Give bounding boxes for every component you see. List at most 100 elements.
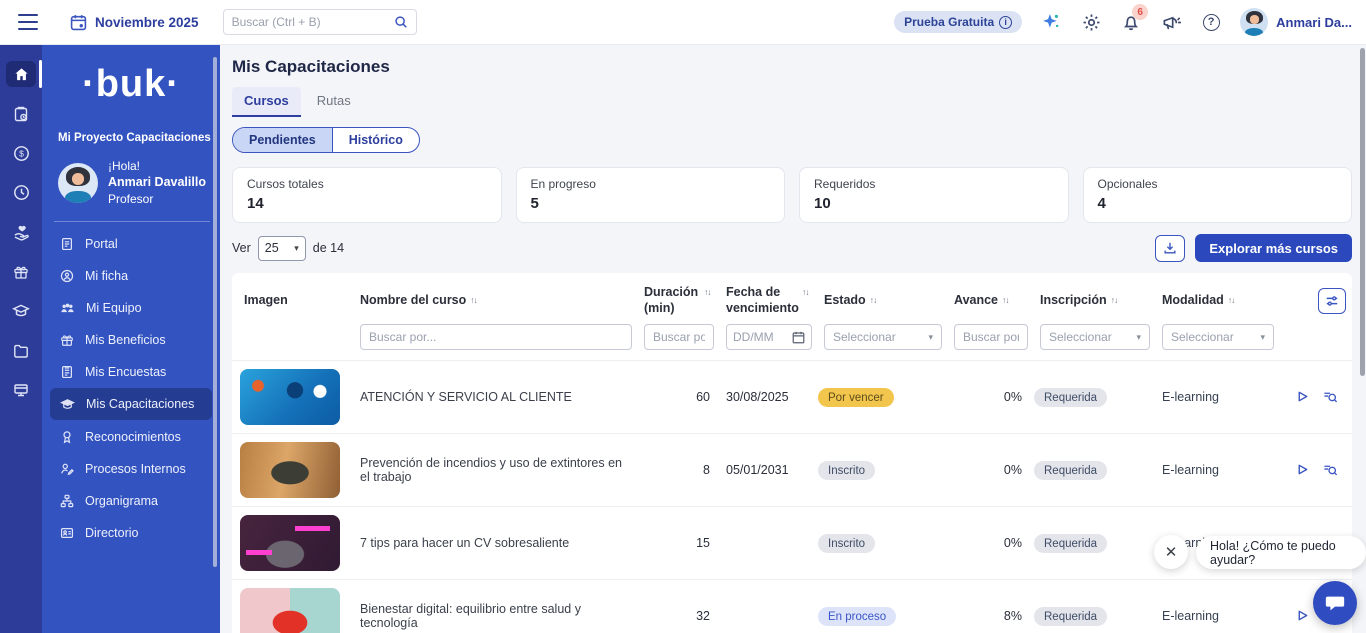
clock-icon[interactable] xyxy=(6,180,36,206)
sort-icon[interactable]: ↑↓ xyxy=(1002,295,1009,306)
sort-icon[interactable]: ↑↓ xyxy=(470,295,477,306)
filter-modalidad-select[interactable]: Seleccionar▾ xyxy=(1162,324,1274,350)
download-button[interactable] xyxy=(1155,235,1185,262)
gift-icon[interactable] xyxy=(6,259,36,285)
course-thumbnail[interactable] xyxy=(240,442,340,498)
sort-icon[interactable]: ↑↓ xyxy=(1111,295,1118,306)
sidebar-item-label: Reconocimientos xyxy=(85,430,181,444)
chat-button[interactable] xyxy=(1313,581,1357,625)
sidebar-scrollbar[interactable] xyxy=(213,57,217,567)
chevron-down-icon: ▾ xyxy=(294,243,299,254)
stat-value: 5 xyxy=(531,195,771,212)
stat-en-progreso: En progreso 5 xyxy=(516,167,786,223)
search-input[interactable] xyxy=(232,15,394,29)
sidebar-profile[interactable]: ¡Hola! Anmari Davalillo Profesor xyxy=(58,158,220,207)
sidebar-item-portal[interactable]: Portal xyxy=(50,228,212,259)
col-header-modalidad: Modalidad↑↓ xyxy=(1156,289,1280,313)
play-course-icon[interactable] xyxy=(1296,609,1309,623)
folder-icon[interactable] xyxy=(6,338,36,364)
sidebar-item-reconocimientos[interactable]: Reconocimientos xyxy=(50,421,212,452)
filter-avance-input[interactable] xyxy=(954,324,1028,350)
table-row[interactable]: ATENCIÓN Y SERVICIO AL CLIENTE 60 30/08/… xyxy=(232,360,1352,433)
course-name: ATENCIÓN Y SERVICIO AL CLIENTE xyxy=(354,390,638,404)
sidebar-item-mis-encuestas[interactable]: Mis Encuestas xyxy=(50,356,212,387)
course-thumbnail[interactable] xyxy=(240,588,340,633)
explore-courses-button[interactable]: Explorar más cursos xyxy=(1195,234,1352,262)
column-settings-button[interactable] xyxy=(1318,288,1346,314)
sidebar-item-mi-ficha[interactable]: Mi ficha xyxy=(50,260,212,291)
sidebar-item-mi-equipo[interactable]: Mi Equipo xyxy=(50,292,212,323)
stat-label: En progreso xyxy=(531,177,771,191)
toggle-historico[interactable]: Histórico xyxy=(333,128,419,152)
chat-tooltip[interactable]: Hola! ¿Cómo te puedo ayudar? xyxy=(1196,536,1366,569)
gear-icon[interactable] xyxy=(1080,11,1102,33)
table-row[interactable]: Bienestar digital: equilibrio entre salu… xyxy=(232,579,1352,633)
clipboard-clock-icon[interactable] xyxy=(6,101,36,127)
buk-logo[interactable]: ·buk· xyxy=(42,63,220,106)
info-icon: i xyxy=(999,16,1012,29)
toggle-pendientes[interactable]: Pendientes xyxy=(233,128,333,152)
sort-icon[interactable]: ↑↓ xyxy=(704,287,711,298)
page-scrollbar[interactable] xyxy=(1360,48,1365,376)
sidebar-item-organigrama[interactable]: Organigrama xyxy=(50,485,212,516)
help-icon[interactable]: ? xyxy=(1200,11,1222,33)
table-row[interactable]: Prevención de incendios y uso de extinto… xyxy=(232,433,1352,506)
col-header-imagen: Imagen xyxy=(238,289,354,313)
sort-icon[interactable]: ↑↓ xyxy=(802,287,809,298)
filter-inscripcion-select[interactable]: Seleccionar▾ xyxy=(1040,324,1150,350)
global-search[interactable] xyxy=(223,9,417,35)
pagesize-prefix: Ver xyxy=(232,241,251,255)
course-detail-icon[interactable] xyxy=(1323,463,1338,477)
course-duration: 15 xyxy=(638,536,720,550)
trial-badge[interactable]: Prueba Gratuita i xyxy=(894,11,1022,33)
kiosk-icon[interactable] xyxy=(6,377,36,403)
status-toggle: Pendientes Histórico xyxy=(232,127,420,153)
filter-fecha-input[interactable]: DD/MM xyxy=(726,324,812,350)
sidebar-item-mis-capacitaciones[interactable]: Mis Capacitaciones xyxy=(50,388,212,420)
enrollment-badge: Requerida xyxy=(1034,534,1107,553)
pagesize-select[interactable]: 25 ▾ xyxy=(258,236,306,261)
user-menu[interactable]: Anmari Da... xyxy=(1240,8,1352,36)
status-badge: Inscrito xyxy=(818,534,875,553)
date-selector[interactable]: Noviembre 2025 xyxy=(70,14,199,31)
dollar-circle-icon[interactable]: $ xyxy=(6,140,36,166)
pagesize-value: 25 xyxy=(265,241,279,255)
sidebar-item-label: Mis Beneficios xyxy=(85,333,166,347)
play-course-icon[interactable] xyxy=(1296,463,1309,477)
sidebar-item-procesos-internos[interactable]: Procesos Internos xyxy=(50,453,212,484)
tabs: Cursos Rutas xyxy=(232,87,1352,117)
filter-duracion-input[interactable] xyxy=(644,324,714,350)
course-detail-icon[interactable] xyxy=(1323,390,1338,404)
sparkle-icon[interactable] xyxy=(1040,11,1062,33)
sidebar-menu: Portal Mi ficha Mi Equipo Mis Beneficios… xyxy=(42,228,220,548)
status-badge: Inscrito xyxy=(818,461,875,480)
status-badge: En proceso xyxy=(818,607,896,626)
date-label: Noviembre 2025 xyxy=(95,15,199,30)
hamburger-menu-icon[interactable] xyxy=(18,14,38,30)
filter-estado-select[interactable]: Seleccionar▾ xyxy=(824,324,942,350)
stat-label: Cursos totales xyxy=(247,177,487,191)
sidebar-item-mis-beneficios[interactable]: Mis Beneficios xyxy=(50,324,212,355)
sort-icon[interactable]: ↑↓ xyxy=(1228,295,1235,306)
page-title: Mis Capacitaciones xyxy=(232,57,1352,77)
graduation-cap-icon[interactable] xyxy=(6,298,36,324)
home-icon[interactable] xyxy=(6,61,36,87)
sort-icon[interactable]: ↑↓ xyxy=(870,295,877,306)
bell-icon[interactable]: 6 xyxy=(1120,11,1142,33)
profile-role: Profesor xyxy=(108,191,206,207)
course-thumbnail[interactable] xyxy=(240,515,340,571)
filter-nombre-input[interactable] xyxy=(360,324,632,350)
tab-cursos[interactable]: Cursos xyxy=(232,87,301,117)
status-badge: Por vencer xyxy=(818,388,894,407)
play-course-icon[interactable] xyxy=(1296,390,1309,404)
course-thumbnail[interactable] xyxy=(240,369,340,425)
hand-heart-icon[interactable] xyxy=(6,219,36,245)
col-header-avance: Avance↑↓ xyxy=(948,289,1034,313)
sidebar-item-label: Mis Encuestas xyxy=(85,365,166,379)
pagesize-suffix: de 14 xyxy=(313,241,344,255)
sidebar-item-directorio[interactable]: Directorio xyxy=(50,517,212,548)
chat-close-button[interactable]: ✕ xyxy=(1154,535,1188,569)
calendar-icon xyxy=(792,331,805,344)
tab-rutas[interactable]: Rutas xyxy=(305,87,363,117)
megaphone-icon[interactable] xyxy=(1160,11,1182,33)
